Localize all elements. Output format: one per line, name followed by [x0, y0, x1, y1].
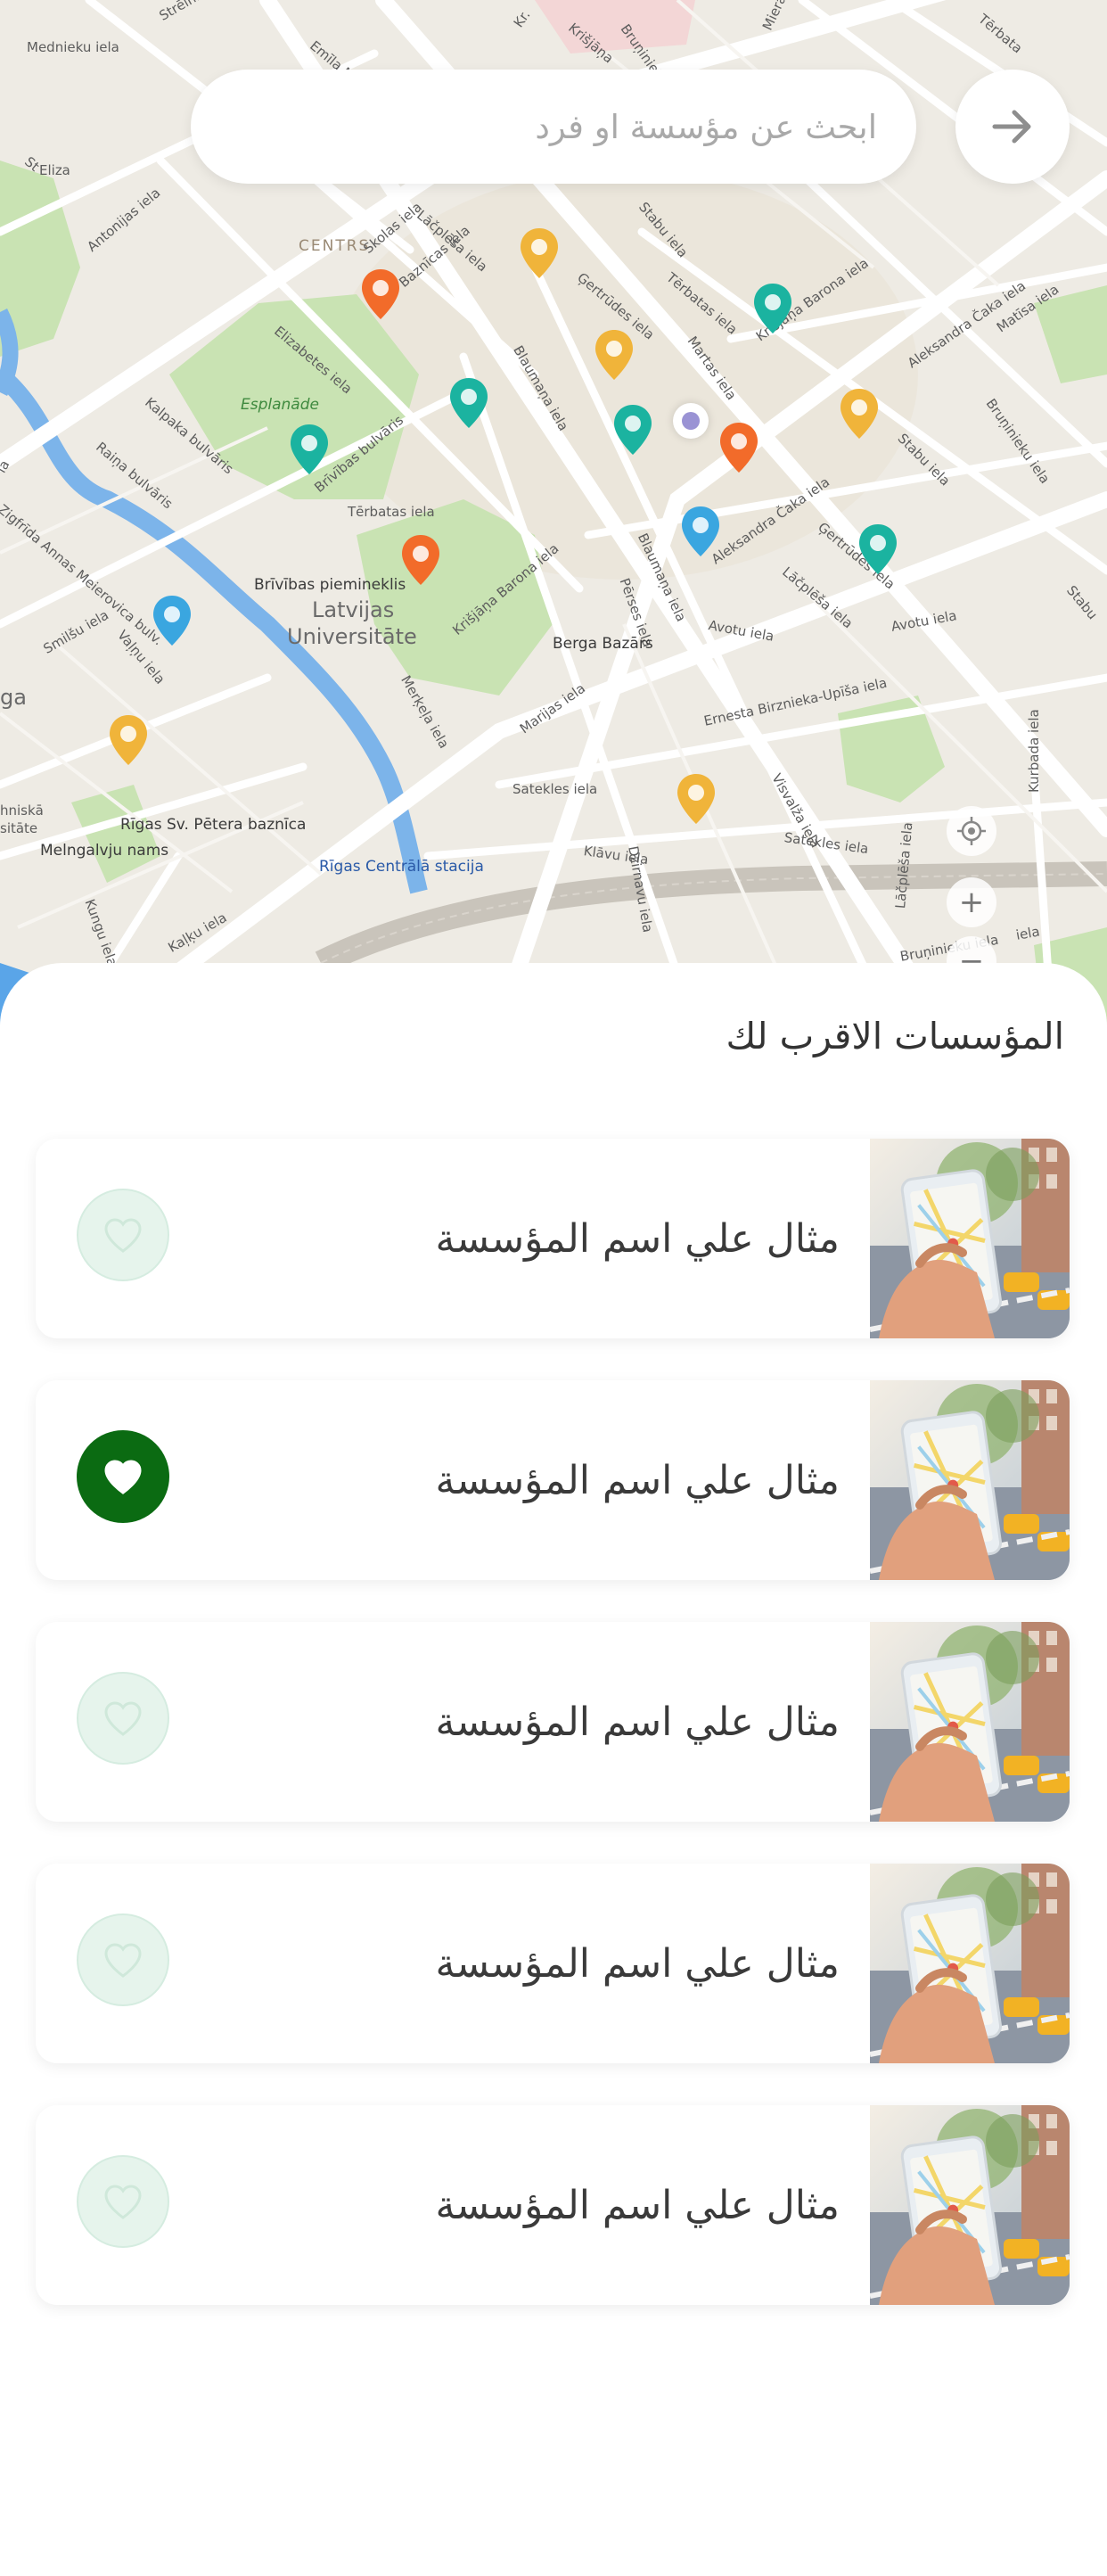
map-pin-blue[interactable]	[152, 594, 193, 647]
heart-icon	[104, 1218, 142, 1253]
map-label: Tērbatas iela	[348, 504, 435, 520]
arrow-right-icon	[992, 110, 1031, 144]
institution-name: مثال علي اسم المؤسسة	[435, 1215, 840, 1262]
institution-thumbnail	[870, 1380, 1070, 1580]
map-label-poi: Brīvības piemineklis	[254, 576, 406, 594]
map-label-poi: Universitāte	[287, 624, 417, 649]
institution-card[interactable]: مثال علي اسم المؤسسة	[36, 1380, 1070, 1580]
map-label-station: Rīgas Centrālā stacija	[319, 858, 484, 876]
map-label: Eliza	[39, 162, 70, 178]
favorite-button[interactable]	[77, 2155, 169, 2248]
institution-thumbnail	[870, 2105, 1070, 2305]
institution-name: مثال علي اسم المؤسسة	[435, 1457, 840, 1503]
map-pin-yellow[interactable]	[676, 772, 717, 826]
section-title: المؤسسات الاقرب لك	[726, 1015, 1065, 1058]
favorite-button[interactable]	[77, 1189, 169, 1281]
nearby-sheet[interactable]: المؤسسات الاقرب لك مثال علي اسم المؤسسة …	[0, 963, 1107, 2576]
favorite-button[interactable]	[77, 1913, 169, 2006]
zoom-in-button[interactable]: +	[947, 877, 996, 927]
map-pin-teal[interactable]	[752, 282, 793, 335]
map-label: Kurbada iela	[1026, 709, 1042, 793]
map-pin-orange[interactable]	[718, 421, 759, 474]
locate-button[interactable]	[947, 806, 996, 856]
heart-icon	[104, 2185, 142, 2219]
map-label-poi: Melngalvju nams	[40, 842, 169, 860]
map-pin-yellow[interactable]	[108, 713, 149, 767]
zoom-in-label: +	[958, 885, 985, 920]
heart-icon	[104, 1701, 142, 1736]
favorite-button[interactable]	[77, 1672, 169, 1765]
search-bar[interactable]	[191, 70, 916, 184]
map-label: Satekles iela	[512, 781, 598, 797]
map-label-poi: Latvijas	[312, 597, 395, 622]
map-pin-blue[interactable]	[680, 505, 721, 558]
map-pin-orange[interactable]	[360, 267, 401, 321]
map-pin-yellow[interactable]	[594, 328, 635, 382]
search-input[interactable]	[230, 107, 877, 146]
institution-thumbnail	[870, 1622, 1070, 1822]
locate-icon	[957, 817, 986, 845]
institution-card[interactable]: مثال علي اسم المؤسسة	[36, 1622, 1070, 1822]
map-label-poi: Rīgas Sv. Pētera baznīca	[120, 816, 307, 834]
search-submit-button[interactable]	[955, 70, 1070, 184]
map-label: hniskā	[0, 802, 44, 819]
institution-name: مثال علي اسم المؤسسة	[435, 2182, 840, 2228]
institution-card[interactable]: مثال علي اسم المؤسسة	[36, 1864, 1070, 2063]
institution-name: مثال علي اسم المؤسسة	[435, 1699, 840, 1745]
favorite-button[interactable]	[77, 1430, 169, 1523]
map-pin-teal[interactable]	[612, 403, 653, 457]
map-label: sitāte	[0, 820, 38, 836]
map-pin-teal[interactable]	[289, 423, 330, 476]
heart-icon	[104, 1943, 142, 1978]
map-label: Mednieku iela	[27, 39, 119, 55]
map-label: ga	[0, 685, 27, 710]
heart-icon	[104, 1460, 142, 1494]
map-pin-teal[interactable]	[857, 523, 898, 576]
institution-card[interactable]: مثال علي اسم المؤسسة	[36, 2105, 1070, 2305]
map-label-park: Esplanāde	[241, 396, 319, 414]
current-location-marker	[673, 403, 709, 439]
institution-thumbnail	[870, 1864, 1070, 2063]
map-pin-yellow[interactable]	[839, 387, 880, 440]
institution-name: مثال علي اسم المؤسسة	[435, 1940, 840, 1987]
institution-thumbnail	[870, 1139, 1070, 1338]
institution-card[interactable]: مثال علي اسم المؤسسة	[36, 1139, 1070, 1338]
map-pin-teal[interactable]	[448, 376, 489, 430]
map-label-district: CENTRS	[299, 237, 371, 255]
map-label-poi: Berga Bazārs	[553, 635, 653, 653]
map-pin-yellow[interactable]	[519, 226, 560, 280]
map-pin-orange[interactable]	[400, 533, 441, 587]
